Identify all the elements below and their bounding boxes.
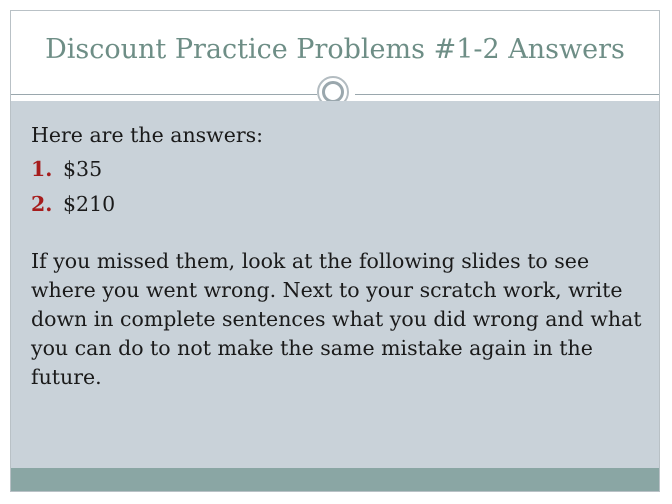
- content-panel: Here are the answers: 1. $35 2. $210 If yo…: [11, 101, 659, 468]
- slide-title: Discount Practice Problems #1-2 Answers: [45, 34, 625, 65]
- divider-circle-inner: [322, 81, 344, 103]
- slide-frame: Discount Practice Problems #1-2 Answers …: [10, 10, 660, 492]
- intro-text: Here are the answers:: [31, 123, 264, 147]
- slide: Discount Practice Problems #1-2 Answers …: [0, 0, 672, 504]
- instruction-paragraph: If you missed them, look at the followin…: [31, 249, 642, 389]
- list-item: 1. $35: [31, 155, 646, 184]
- list-item: 2. $210: [31, 190, 646, 219]
- answer-value: $35: [63, 157, 103, 181]
- list-number: 1.: [31, 157, 53, 181]
- bottom-bar: [11, 468, 659, 491]
- list-number: 2.: [31, 192, 53, 216]
- answer-list: 1. $35 2. $210: [31, 155, 646, 219]
- divider-line-right: [355, 94, 659, 95]
- divider-line-left: [11, 94, 317, 95]
- answer-value: $210: [63, 192, 116, 216]
- body-text: Here are the answers: 1. $35 2. $210 If yo…: [31, 121, 646, 392]
